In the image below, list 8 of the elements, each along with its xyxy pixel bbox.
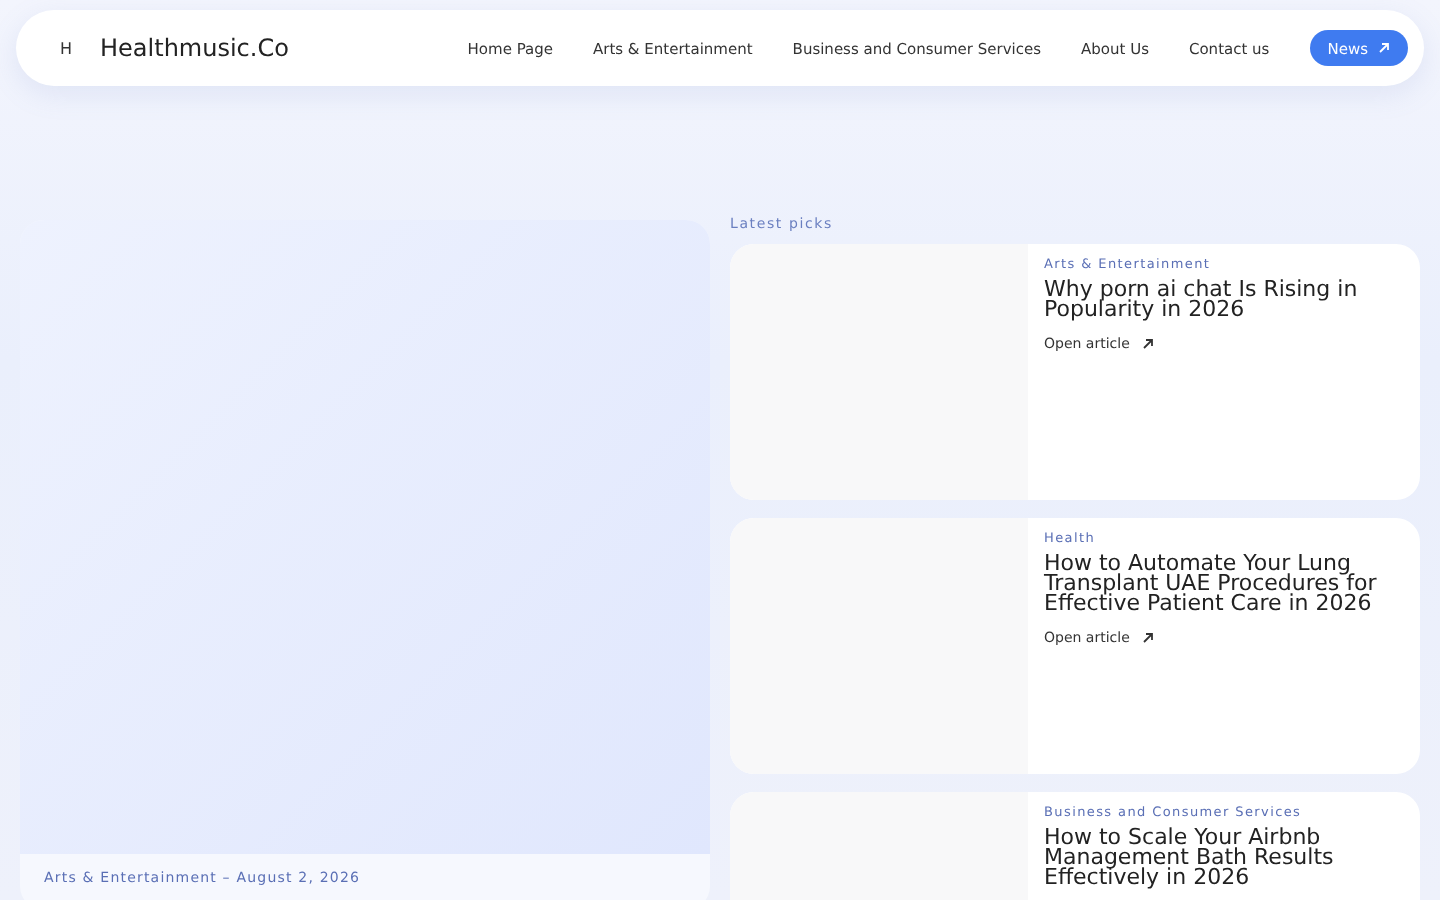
arrow-icon: [1378, 42, 1390, 54]
article-title[interactable]: How to Automate Your Lung Transplant UAE Procedures for Effective Patient Care in 2026: [1044, 554, 1404, 614]
arrow-icon: [1141, 632, 1154, 644]
article-title[interactable]: How to Scale Your Airbnb Management Bath Results Effectively in 2026: [1044, 828, 1404, 888]
article-title[interactable]: Why porn ai chat Is Rising in Popularity in 2026: [1044, 280, 1404, 320]
arrow-icon: [1141, 338, 1154, 350]
site-name[interactable]: Healthmusic.Co: [100, 34, 289, 62]
logo-mark: H: [60, 39, 73, 57]
